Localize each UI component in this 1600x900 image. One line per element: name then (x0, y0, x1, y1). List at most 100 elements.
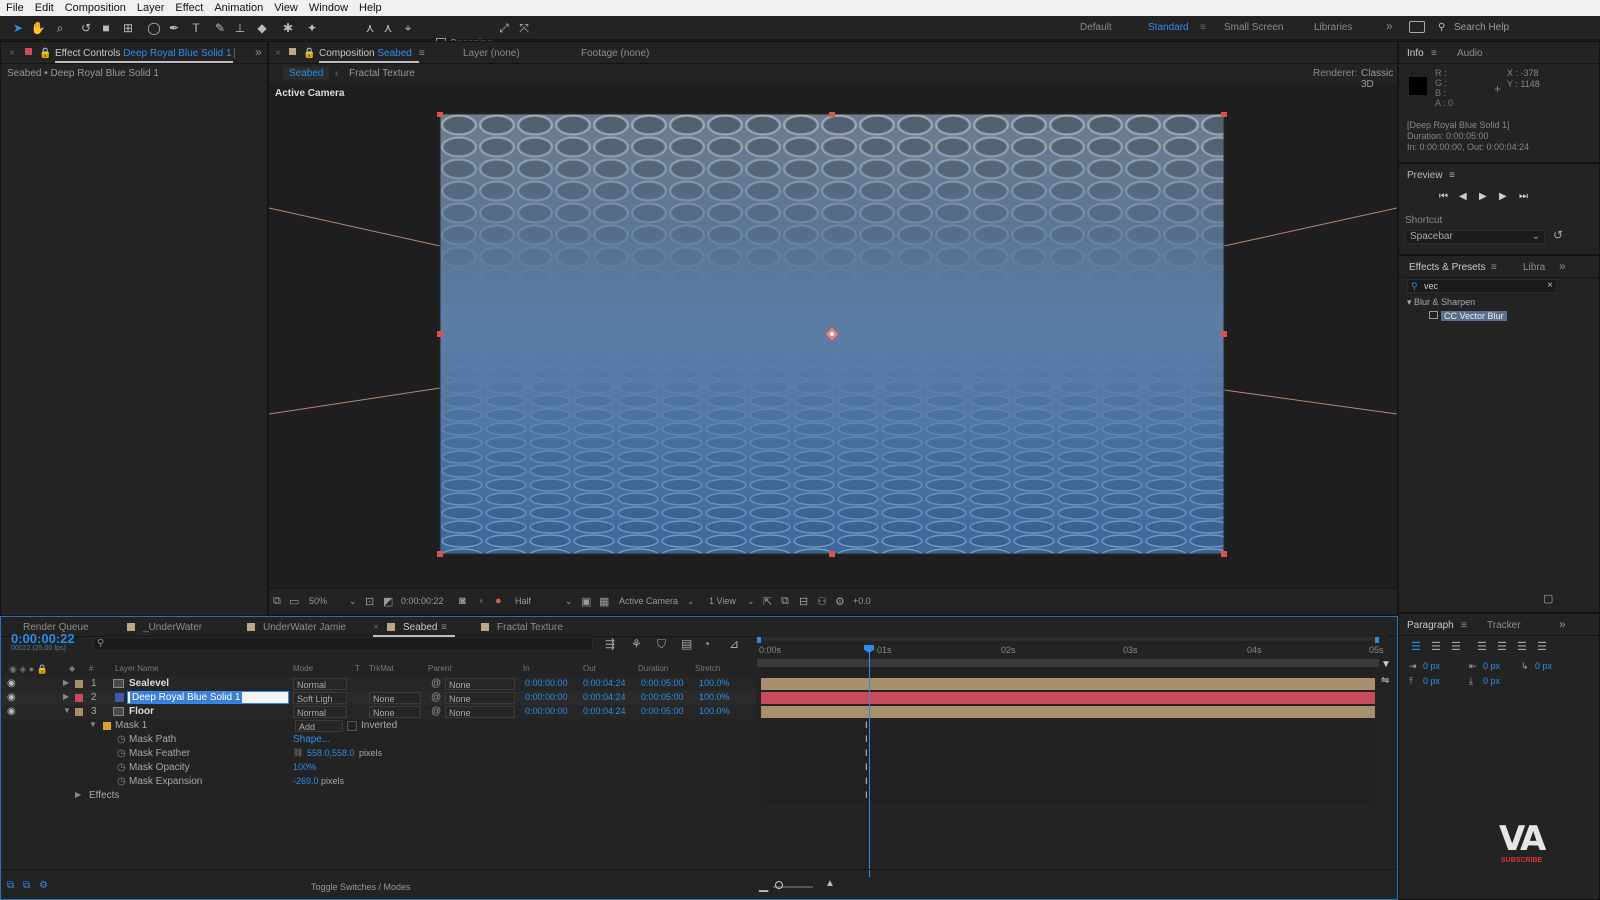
col-stretch[interactable]: Stretch (695, 664, 720, 673)
search-help-input[interactable]: Search Help (1454, 22, 1509, 33)
clone-stamp-tool-icon[interactable]: ⊥ (232, 20, 248, 36)
justify-all-icon[interactable]: ☰ (1537, 640, 1547, 653)
work-area-start-handle[interactable] (757, 637, 761, 643)
layer-name[interactable]: Floor (129, 706, 154, 717)
layer-stretch[interactable]: 100.0% (699, 692, 730, 702)
color-channel-icon[interactable]: ● (495, 595, 502, 607)
timeline-current-time[interactable]: 0:00:00:22 (11, 631, 75, 646)
tab-composition[interactable]: Composition Seabed (319, 48, 412, 59)
menu-file[interactable]: File (6, 2, 24, 14)
layer-out[interactable]: 0:00:04:24 (583, 692, 626, 702)
view-layout-dropdown[interactable]: 1 View (709, 596, 736, 606)
last-frame-icon[interactable]: ⏭ (1519, 191, 1528, 202)
mask-expansion-value[interactable]: -269.0 (293, 776, 319, 786)
play-icon[interactable]: ▶ (1479, 191, 1487, 202)
rotate-tool-icon[interactable]: ↺ (78, 20, 94, 36)
workspace-libraries[interactable]: Libraries (1314, 22, 1352, 33)
trkmat-dropdown[interactable]: None (369, 706, 421, 718)
menu-edit[interactable]: Edit (35, 2, 54, 14)
pen-tool-icon[interactable]: ✒ (166, 20, 182, 36)
workspace-small-screen[interactable]: Small Screen (1224, 22, 1283, 33)
layer-out[interactable]: 0:00:04:24 (583, 706, 626, 716)
visibility-eye-icon[interactable]: ◉ (7, 706, 16, 717)
preview-menu-icon[interactable]: ≡ (1449, 170, 1455, 181)
collapse-arrow-icon[interactable]: ▼ (63, 706, 71, 715)
layer-switches-icon[interactable]: ⧉ (7, 880, 14, 891)
toggle-switches-modes[interactable]: Toggle Switches / Modes (311, 882, 411, 892)
visibility-eye-icon[interactable]: ◉ (7, 692, 16, 703)
menu-effect[interactable]: Effect (175, 2, 203, 14)
monitor-icon[interactable]: ▭ (289, 595, 299, 608)
mask-opacity-value[interactable]: 100% (293, 762, 316, 772)
comp-timecode[interactable]: 0:00:00:22 (401, 596, 444, 606)
mask-collapse-arrow-icon[interactable]: ▼ (89, 720, 97, 729)
snap-target-icon[interactable]: ⤧ (516, 20, 532, 36)
info-menu-icon[interactable]: ≡ (1431, 48, 1437, 59)
playhead-line[interactable] (869, 647, 870, 877)
hand-tool-icon[interactable]: ✋ (30, 20, 46, 36)
tab-layer[interactable]: Layer (none) (463, 48, 520, 59)
effects-overflow-icon[interactable]: » (1559, 259, 1566, 273)
tab-underwater[interactable]: _UnderWater (143, 622, 202, 633)
layer-mode-dropdown[interactable]: Normal (293, 706, 347, 718)
mask-feather-value[interactable]: 558.0,558.0 (307, 748, 355, 758)
work-area-end-handle[interactable] (1375, 637, 1379, 643)
motion-blur-icon[interactable]: ◔ (703, 637, 710, 651)
shortcut-dropdown[interactable]: Spacebar ⌄ (1405, 230, 1545, 244)
camera-view-dropdown[interactable]: Active Camera (619, 596, 678, 606)
effect-category[interactable]: ▾ Blur & Sharpen (1407, 297, 1475, 308)
layer-stretch[interactable]: 100.0% (699, 706, 730, 716)
keyframe-marker-icon[interactable]: I (865, 790, 868, 800)
lock-icon[interactable]: 🔒 (39, 48, 51, 59)
layer-mode-dropdown[interactable]: Soft Ligh (293, 692, 347, 704)
comp-tab-menu-icon[interactable]: ≡ (419, 48, 425, 59)
indent-first-value[interactable]: 0 px (1535, 661, 1552, 671)
new-folder-icon[interactable]: ▢ (1543, 592, 1553, 605)
layer-bar-floor[interactable] (761, 706, 1375, 718)
eraser-tool-icon[interactable]: ◆ (254, 20, 270, 36)
resolution-dropdown[interactable]: Half (515, 596, 531, 606)
graph-editor-icon[interactable]: ⊿ (729, 637, 739, 651)
zoom-out-icon[interactable]: ▁ (759, 878, 768, 892)
stopwatch-icon[interactable]: ◷ (117, 734, 126, 745)
mask-row[interactable]: ▼ Mask 1 Add Inverted (1, 719, 756, 733)
timeline-search-input[interactable]: ⚲ (93, 637, 593, 651)
tab-effect-controls[interactable]: Effect Controls Deep Royal Blue Solid 1 (55, 48, 232, 59)
tab-libraries[interactable]: Libra (1523, 262, 1545, 273)
clear-search-icon[interactable]: × (1547, 280, 1553, 291)
safe-zones-icon[interactable]: ⊡ (365, 595, 374, 608)
menu-view[interactable]: View (274, 2, 298, 14)
menu-window[interactable]: Window (309, 2, 348, 14)
col-duration[interactable]: Duration (638, 664, 668, 673)
snap-options-icon[interactable]: ⤢ (496, 20, 512, 36)
table-row[interactable]: ◉ ▼ 3 Floor Normal None @ None 0:00:00:0… (1, 705, 756, 719)
frame-blending-icon[interactable]: ▤ (681, 637, 692, 651)
stopwatch-icon[interactable]: ◷ (117, 776, 126, 787)
mask-name[interactable]: Mask 1 (115, 720, 147, 731)
effects-search-field[interactable]: ⚲ vec × (1407, 279, 1557, 293)
pan-behind-tool-icon[interactable]: ⊞ (120, 20, 136, 36)
reset-icon[interactable]: ↺ (1553, 228, 1563, 242)
layer-in[interactable]: 0:00:00:00 (525, 678, 568, 688)
prev-frame-icon[interactable]: ◀ (1459, 191, 1467, 202)
comp-lock-icon[interactable]: 🔒 (303, 48, 315, 59)
keyframe-marker-icon[interactable]: I (865, 776, 868, 786)
parent-pickwhip-icon[interactable]: @ (431, 706, 441, 717)
axis-world-icon[interactable]: ⋏ (380, 20, 396, 36)
keyframe-marker-icon[interactable]: I (865, 720, 868, 730)
panel-expand-chevron-icon[interactable]: » (255, 45, 262, 59)
tab-fractal-texture[interactable]: Fractal Texture (497, 622, 563, 633)
tab-tracker[interactable]: Tracker (1487, 620, 1521, 631)
zoom-in-icon[interactable]: ▲ (825, 878, 835, 889)
trkmat-dropdown[interactable]: None (369, 692, 421, 704)
zoom-slider-handle[interactable] (775, 881, 783, 889)
layer-duration[interactable]: 0:00:05:00 (641, 678, 684, 688)
flowchart-icon[interactable]: ⚇ (817, 595, 827, 608)
fast-previews-icon[interactable]: ⧉ (781, 595, 789, 608)
layer-duration[interactable]: 0:00:05:00 (641, 706, 684, 716)
time-navigator[interactable] (757, 659, 1379, 667)
gear-icon[interactable]: ⚙ (835, 595, 845, 608)
align-right-icon[interactable]: ☰ (1451, 640, 1461, 653)
mask-inverted-checkbox[interactable] (347, 721, 357, 731)
layer-name-input[interactable]: Deep Royal Blue Solid 1 (130, 692, 243, 703)
